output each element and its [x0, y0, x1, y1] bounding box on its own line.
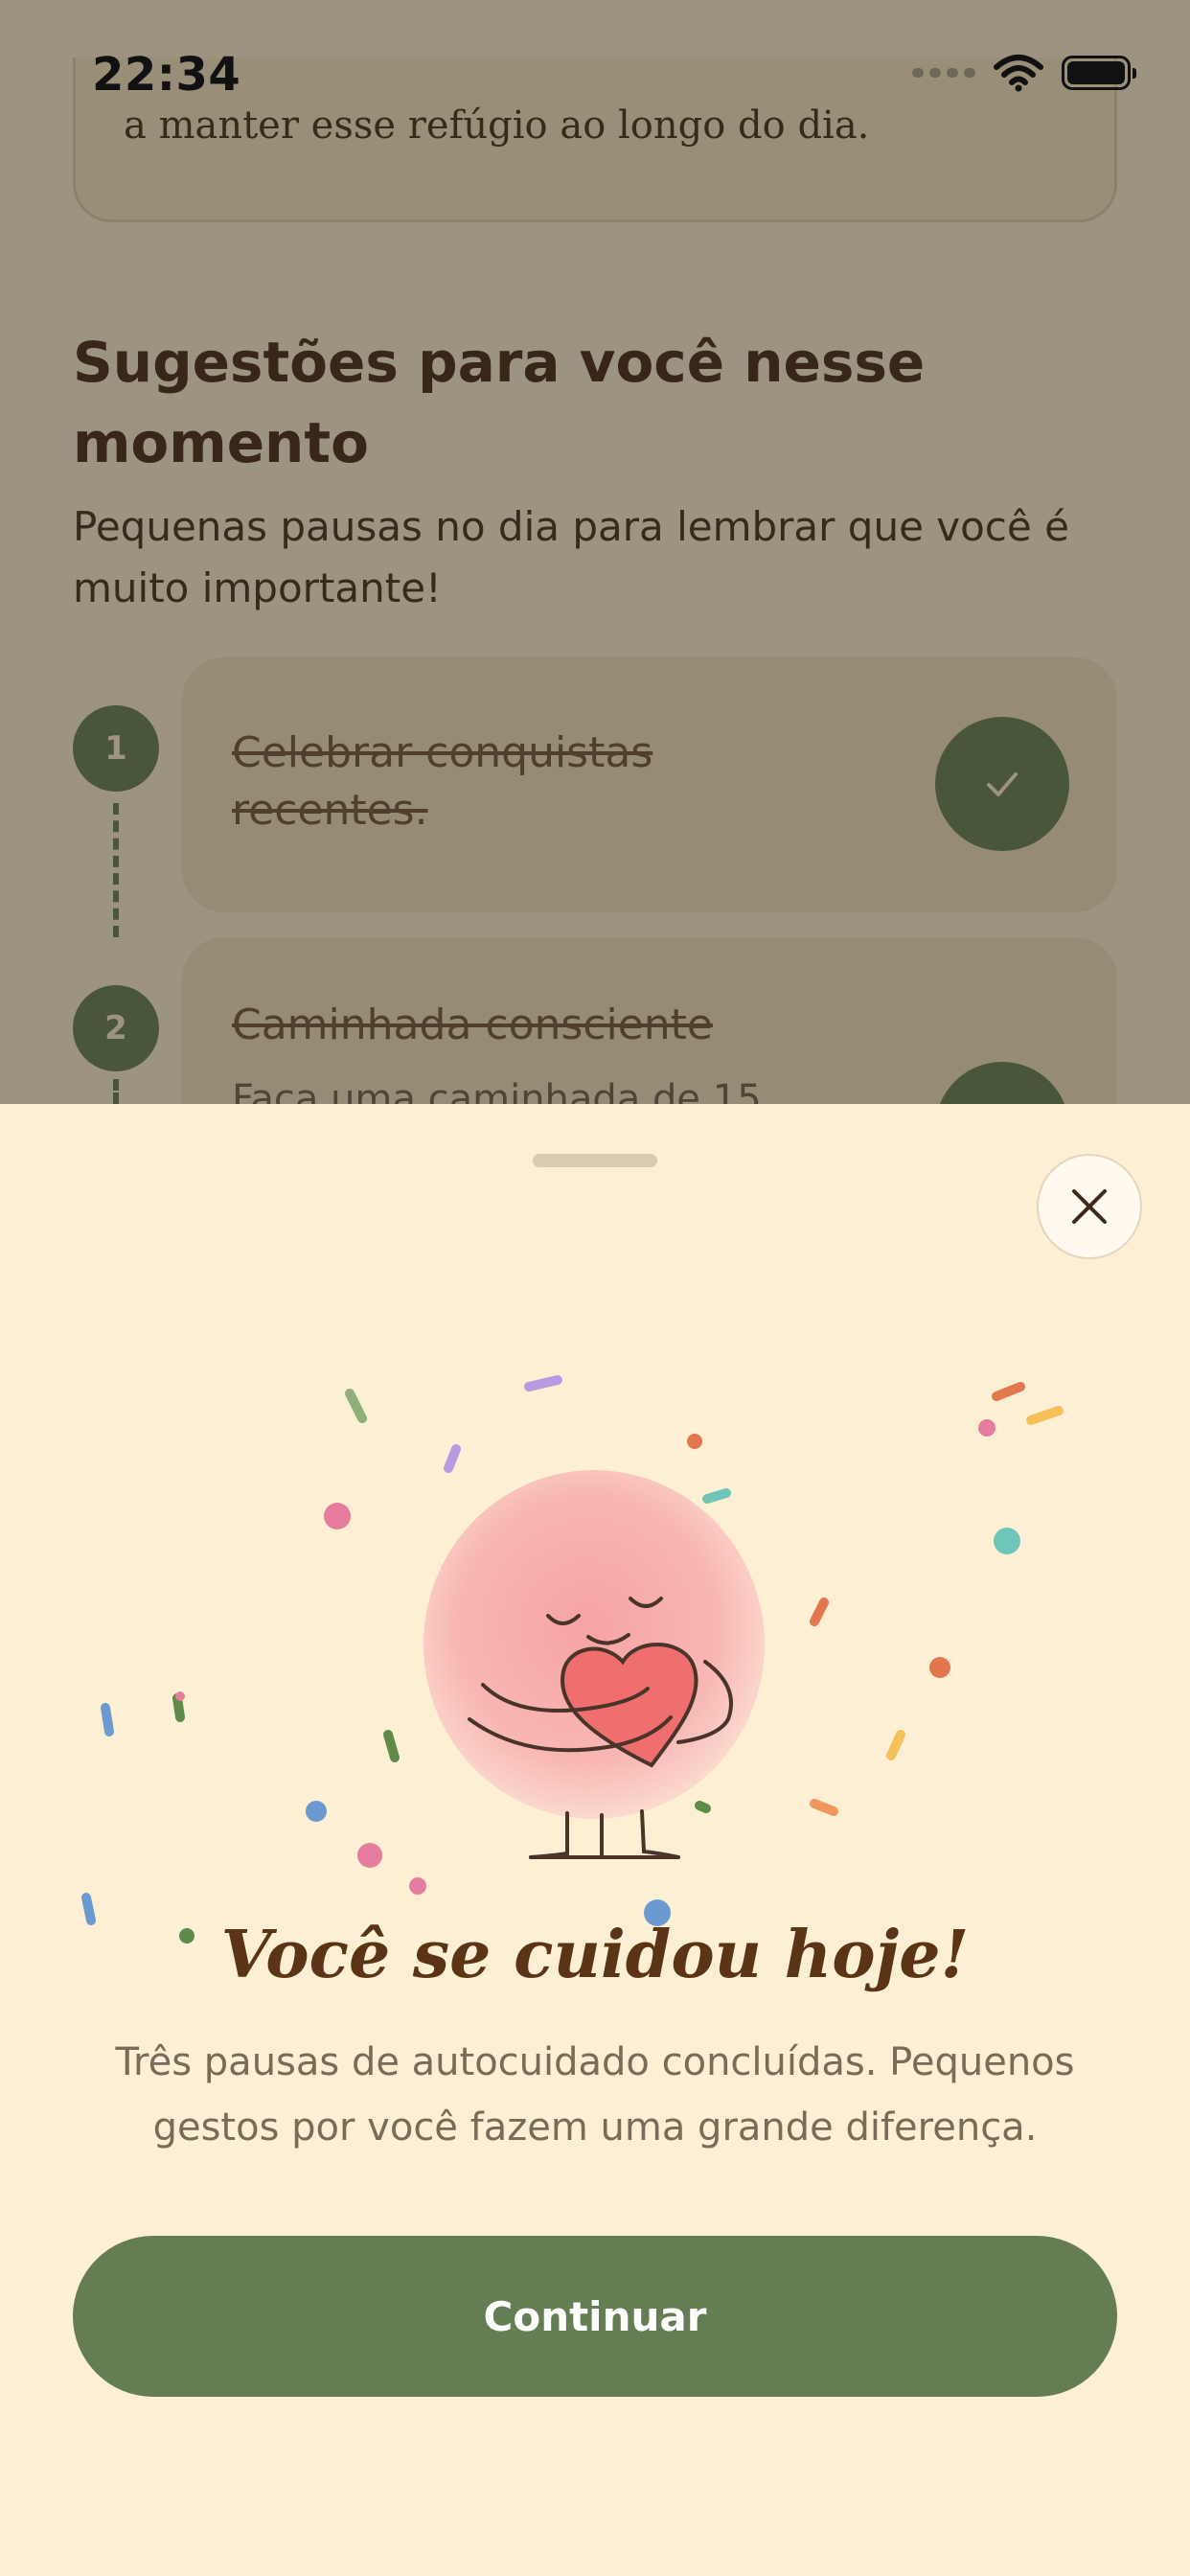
screen: a manter esse refúgio ao longo do dia. S…: [0, 0, 1190, 2576]
hugging-heart-mascot: [423, 1470, 765, 1859]
continue-button[interactable]: Continuar: [73, 2236, 1117, 2397]
celebration-illustration: [81, 1375, 1064, 1944]
status-bar: 22:34: [0, 0, 1190, 144]
dim-overlay[interactable]: [0, 0, 1190, 1112]
sheet-grabber[interactable]: [533, 1154, 657, 1167]
background-page: a manter esse refúgio ao longo do dia. S…: [0, 0, 1190, 1112]
cellular-signal-icon: [912, 68, 975, 78]
completion-sheet: Você se cuidou hoje! Três pausas de auto…: [0, 1104, 1190, 2576]
sheet-description: Três pausas de autocuidado concluídas. P…: [115, 2040, 1075, 2150]
close-icon: [1072, 1189, 1107, 1224]
sheet-title: Você se cuidou hoje!: [220, 1917, 970, 1993]
status-time: 22:34: [92, 48, 241, 102]
status-icons: [912, 54, 1136, 92]
battery-icon: [1062, 56, 1136, 90]
wifi-icon: [994, 55, 1043, 92]
